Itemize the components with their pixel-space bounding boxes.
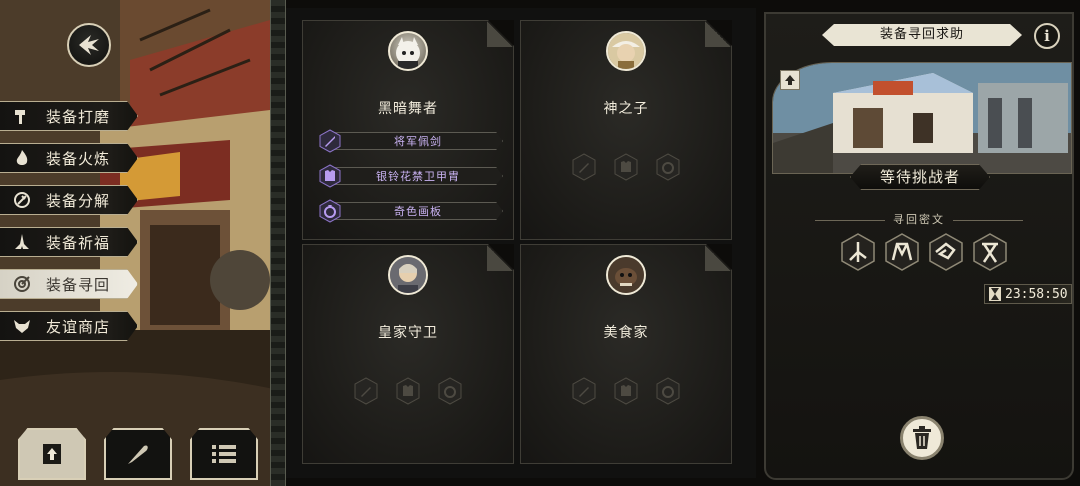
armor-icon: [317, 163, 343, 189]
sword-slot-icon[interactable]: [352, 377, 380, 405]
list-tab-button[interactable]: [190, 428, 258, 480]
gourmet-portrait: [606, 255, 646, 295]
rune-1-icon[interactable]: [838, 232, 878, 272]
menu-label: 友谊商店: [46, 317, 111, 336]
armor-slot-icon[interactable]: [612, 153, 640, 181]
armor-slot-icon[interactable]: [394, 377, 422, 405]
menu-label: 装备打磨: [46, 107, 111, 126]
equipment-label: 将军佩剑: [394, 135, 442, 148]
hero-card-god-child[interactable]: 神之子: [520, 20, 732, 240]
armor-slot-icon[interactable]: [612, 377, 640, 405]
rune-4-icon[interactable]: [970, 232, 1010, 272]
equipment-item-sword[interactable]: 将军佩剑: [317, 129, 503, 153]
equipment-item-ring[interactable]: 奇色画板: [317, 199, 503, 223]
card-corner-fold: [487, 21, 513, 47]
menu-item-bless[interactable]: 装备祈福: [0, 227, 138, 257]
timer-text: 23:58:50: [1005, 286, 1068, 302]
empty-slot-row: [303, 377, 513, 405]
trash-icon: [913, 426, 931, 449]
equipment-label: 奇色画板: [394, 205, 442, 218]
challenge-status-banner: 等待挑战者: [850, 164, 990, 190]
challenge-scene-image: [772, 62, 1072, 174]
back-arrow-icon: [79, 35, 99, 55]
ring-icon: [317, 198, 343, 224]
side-menu: 装备打磨 装备火炼 装备分解 装备祈福 装备寻回 友谊商店: [0, 101, 140, 353]
rune-row: [838, 232, 1010, 272]
fox-icon: [10, 314, 34, 338]
rune-3-icon[interactable]: [926, 232, 966, 272]
menu-item-polish[interactable]: 装备打磨: [0, 101, 138, 131]
countdown-timer: 23:58:50: [984, 284, 1072, 304]
menu-item-retrieve[interactable]: 装备寻回: [0, 269, 138, 299]
menu-item-friend-shop[interactable]: 友谊商店: [0, 311, 138, 341]
ring-slot-icon[interactable]: [654, 153, 682, 181]
hero-card-dark-dancer[interactable]: 黑暗舞者 将军佩剑 银铃花禁卫甲胄 奇色画板: [302, 20, 514, 240]
royal-guard-portrait: [388, 255, 428, 295]
trash-button[interactable]: [900, 416, 944, 460]
empty-slot-row: [521, 377, 731, 405]
feather-tab-button[interactable]: [104, 428, 172, 480]
equipment-label: 银铃花禁卫甲胄: [376, 170, 460, 183]
divider-pillar: [270, 0, 286, 486]
upload-icon: [43, 444, 61, 464]
dark-dancer-portrait: [388, 31, 428, 71]
retrieve-help-panel: 装备寻回求助 i 等待挑战者 寻回密文 23:58:50: [764, 12, 1074, 480]
god-child-portrait: [606, 31, 646, 71]
hero-name: 神之子: [603, 101, 649, 117]
hero-name: 皇家守卫: [378, 325, 438, 341]
menu-label: 装备火炼: [46, 149, 111, 168]
menu-item-disassemble[interactable]: 装备分解: [0, 185, 138, 215]
hero-card-grid: 黑暗舞者 将军佩剑 银铃花禁卫甲胄 奇色画板 神之子 皇家守卫 美食家: [286, 8, 756, 478]
town-backdrop: 装备打磨 装备火炼 装备分解 装备祈福 装备寻回 友谊商店: [0, 0, 278, 486]
equipment-list: 将军佩剑 银铃花禁卫甲胄 奇色画板: [317, 129, 503, 234]
expand-scene-button[interactable]: [780, 70, 800, 90]
target-icon: [10, 272, 34, 296]
rune-2-icon[interactable]: [882, 232, 922, 272]
sword-slot-icon[interactable]: [570, 153, 598, 181]
sword-icon: [317, 128, 343, 154]
help-panel-title: 装备寻回求助: [822, 24, 1022, 46]
menu-item-forge[interactable]: 装备火炼: [0, 143, 138, 173]
rune-section-label: 寻回密文: [766, 211, 1072, 227]
pray-hands-icon: [10, 230, 34, 254]
flame-icon: [10, 146, 34, 170]
disassemble-icon: [10, 188, 34, 212]
card-corner-fold: [705, 21, 731, 47]
info-button[interactable]: i: [1034, 23, 1060, 49]
arrow-up-icon: [785, 75, 795, 85]
feather-icon: [128, 445, 148, 464]
sword-slot-icon[interactable]: [570, 377, 598, 405]
menu-label: 装备分解: [46, 191, 111, 210]
hero-card-gourmet[interactable]: 美食家: [520, 244, 732, 464]
equipment-item-armor[interactable]: 银铃花禁卫甲胄: [317, 164, 503, 188]
back-button[interactable]: [67, 23, 111, 67]
town-shop-illustration: [773, 63, 1071, 173]
hammer-icon: [10, 104, 34, 128]
menu-label: 装备寻回: [46, 275, 111, 294]
card-corner-fold: [487, 245, 513, 271]
empty-slot-row: [521, 153, 731, 181]
bottom-tab-bar: [18, 428, 258, 480]
upload-tab-button[interactable]: [18, 428, 86, 480]
hero-name: 美食家: [603, 325, 649, 341]
hero-card-royal-guard[interactable]: 皇家守卫: [302, 244, 514, 464]
card-corner-fold: [705, 245, 731, 271]
list-icon: [212, 445, 236, 463]
ring-slot-icon[interactable]: [654, 377, 682, 405]
hourglass-icon: [989, 287, 1001, 301]
hero-name: 黑暗舞者: [378, 101, 438, 117]
menu-label: 装备祈福: [46, 233, 111, 252]
ring-slot-icon[interactable]: [436, 377, 464, 405]
